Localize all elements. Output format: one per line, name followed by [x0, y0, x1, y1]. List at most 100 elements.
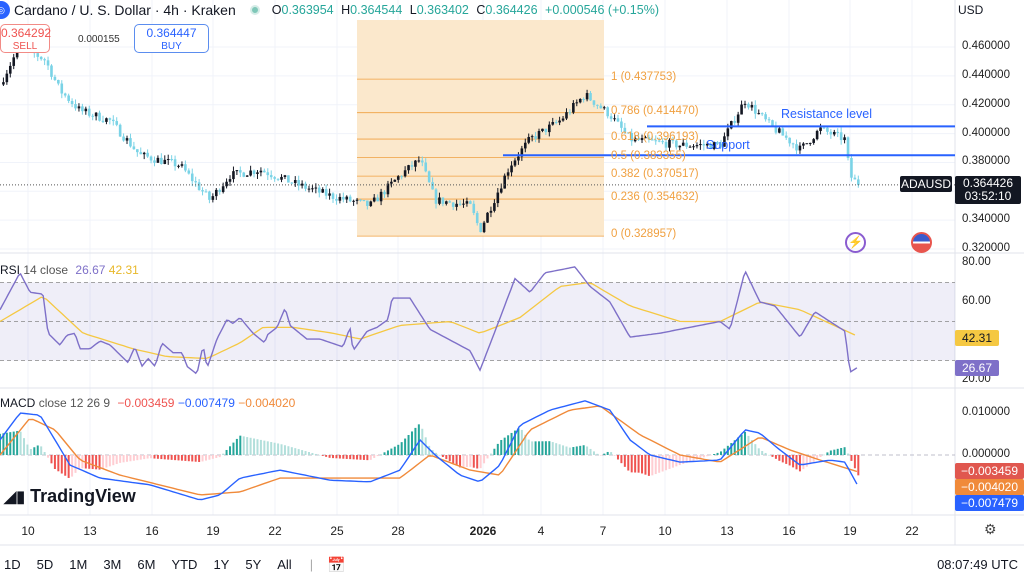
- candle: [455, 203, 458, 207]
- candle: [139, 152, 143, 155]
- macd-histogram-bar: [469, 455, 472, 467]
- candle: [822, 127, 826, 129]
- candle: [256, 172, 259, 174]
- settings-gear-icon[interactable]: ⚙: [984, 521, 997, 538]
- candle: [348, 196, 352, 202]
- candle: [548, 124, 551, 133]
- candle: [118, 124, 122, 137]
- bottom-toolbar: 1D 5D 1M 3M 6M YTD 1Y 5Y All | 📅 08:07:49 UTC: [4, 556, 1018, 574]
- macd-histogram-bar: [623, 455, 626, 467]
- macd-histogram-bar: [740, 434, 743, 455]
- candle: [558, 120, 561, 123]
- range-button-1y[interactable]: 1Y: [213, 557, 229, 572]
- range-button-all[interactable]: All: [277, 557, 291, 572]
- lightning-event-icon[interactable]: ⚡: [845, 232, 866, 253]
- currency-selector[interactable]: USD: [958, 3, 983, 17]
- range-button-6m[interactable]: 6M: [137, 557, 155, 572]
- macd-histogram-bar: [551, 442, 554, 455]
- macd-hist-tag: −0.003459: [955, 463, 1024, 479]
- buy-button[interactable]: 0.364447 BUY: [134, 24, 209, 53]
- candle: [98, 112, 101, 121]
- calendar-goto-date-icon[interactable]: 📅: [327, 556, 346, 574]
- candle: [486, 212, 489, 223]
- macd-histogram-bar: [204, 455, 207, 461]
- macd-histogram-bar: [407, 435, 410, 455]
- macd-histogram-bar: [781, 455, 784, 463]
- candle: [63, 93, 67, 96]
- range-button-5y[interactable]: 5Y: [245, 557, 261, 572]
- candle: [434, 189, 438, 204]
- macd-histogram-bar: [778, 455, 781, 461]
- time-axis-label: 19: [843, 524, 857, 538]
- range-button-5d[interactable]: 5D: [37, 557, 54, 572]
- candle: [321, 189, 325, 193]
- time-axis-label: 13: [720, 524, 734, 538]
- macd-histogram-bar: [229, 446, 232, 455]
- time-axis-label: 4: [537, 524, 545, 538]
- chart-canvas[interactable]: [0, 0, 1024, 577]
- macd-histogram-bar: [338, 455, 341, 459]
- candle: [235, 170, 239, 172]
- macd-histogram-bar: [472, 455, 475, 468]
- candle: [149, 156, 153, 161]
- time-axis-label: 2026: [469, 524, 497, 538]
- candle: [129, 138, 132, 147]
- macd-legend[interactable]: MACD close 12 26 9 −0.003459 −0.007479 −…: [0, 396, 295, 410]
- range-button-1d[interactable]: 1D: [4, 557, 21, 572]
- candle: [544, 128, 548, 133]
- macd-histogram-bar: [249, 437, 252, 455]
- macd-histogram-bar: [126, 455, 129, 462]
- macd-histogram-bar: [301, 450, 304, 455]
- candle: [190, 173, 194, 182]
- candle: [259, 170, 263, 173]
- candle: [204, 191, 208, 193]
- macd-histogram-bar: [417, 424, 420, 455]
- candle: [290, 182, 294, 184]
- candle: [499, 188, 503, 193]
- candle: [534, 136, 537, 139]
- time-axis-label: 10: [658, 524, 672, 538]
- candle: [613, 118, 616, 120]
- macd-histogram-bar: [678, 455, 681, 466]
- candle: [832, 131, 836, 135]
- macd-histogram-bar: [764, 452, 767, 455]
- us-flag-event-icon[interactable]: [911, 232, 932, 253]
- candle: [153, 160, 156, 163]
- macd-histogram-bar: [613, 455, 616, 456]
- macd-histogram-bar: [259, 439, 262, 455]
- candle: [74, 104, 77, 109]
- candle: [101, 120, 105, 122]
- sell-button[interactable]: 0.364292 SELL: [0, 24, 51, 53]
- macd-histogram-bar: [771, 455, 774, 457]
- candle: [451, 202, 455, 207]
- clock-display[interactable]: 08:07:49 UTC: [937, 557, 1018, 572]
- range-button-1m[interactable]: 1M: [69, 557, 87, 572]
- candle: [802, 143, 805, 146]
- candle: [493, 203, 496, 211]
- macd-histogram-bar: [345, 455, 348, 459]
- candle: [496, 192, 500, 204]
- macd-histogram-bar: [239, 435, 242, 455]
- candle: [410, 165, 414, 167]
- macd-histogram-bar: [527, 439, 530, 455]
- macd-histogram-bar: [356, 455, 359, 460]
- candle: [764, 114, 767, 120]
- rsi-legend[interactable]: RSI 14 close 26.67 42.31: [0, 263, 139, 277]
- candle: [510, 165, 513, 173]
- macd-histogram-bar: [798, 455, 801, 472]
- range-button-ytd[interactable]: YTD: [171, 557, 197, 572]
- candle: [506, 172, 510, 176]
- candle: [482, 222, 486, 233]
- macd-histogram-bar: [112, 455, 115, 466]
- candle: [585, 93, 589, 100]
- candle: [620, 121, 623, 128]
- range-button-3m[interactable]: 3M: [103, 557, 121, 572]
- macd-histogram-bar: [644, 455, 647, 475]
- macd-histogram-bar: [60, 455, 63, 474]
- candle: [211, 196, 215, 200]
- symbol-header[interactable]: ◎ Cardano / U. S. Dollar · 4h · Kraken O…: [0, 0, 659, 20]
- macd-histogram-bar: [235, 438, 238, 455]
- candle: [743, 103, 747, 105]
- candle: [53, 76, 57, 80]
- macd-histogram-bar: [57, 455, 60, 472]
